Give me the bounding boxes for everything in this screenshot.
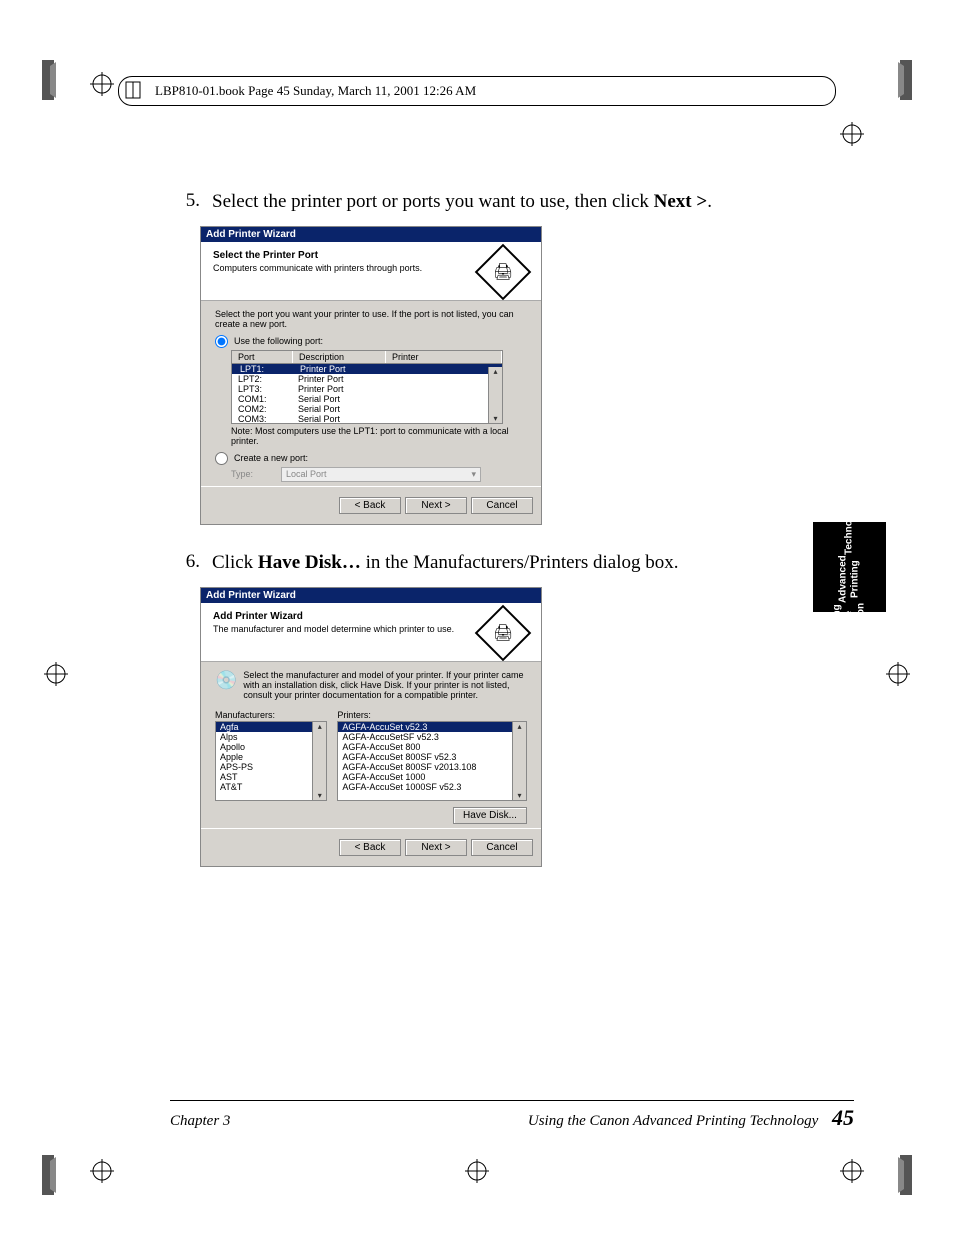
running-header: LBP810-01.book Page 45 Sunday, March 11,…	[118, 76, 836, 106]
step-6: 6. Click Have Disk… in the Manufacturers…	[170, 551, 834, 575]
crosshair-icon	[886, 662, 910, 686]
list-item[interactable]: AST	[216, 772, 326, 782]
regmark-icon	[882, 60, 912, 100]
page-footer: Chapter 3 Using the Canon Advanced Print…	[170, 1100, 854, 1131]
regmark-icon	[42, 1155, 72, 1195]
manufacturers-label: Manufacturers:	[215, 710, 327, 720]
wizard-heading: Add Printer Wizard	[213, 611, 454, 622]
wizard-subheading: The manufacturer and model determine whi…	[213, 624, 454, 634]
list-item[interactable]: APS-PS	[216, 762, 326, 772]
disk-icon: 💿	[215, 670, 237, 691]
port-row[interactable]: COM3:Serial Port	[232, 414, 502, 424]
radio-use-port[interactable]: Use the following port:	[215, 335, 527, 348]
list-item[interactable]: AGFA-AccuSet 800SF v52.3	[338, 752, 526, 762]
back-button[interactable]: < Back	[339, 839, 401, 856]
regmark-icon	[882, 1155, 912, 1195]
titlebar: Add Printer Wizard	[201, 227, 541, 242]
next-button[interactable]: Next >	[405, 497, 467, 514]
printer-icon: 🖨	[475, 243, 532, 300]
port-row[interactable]: COM1:Serial Port	[232, 394, 502, 404]
wizard-instruction: Select the port you want your printer to…	[215, 309, 527, 329]
scrollbar[interactable]: ▴▾	[512, 722, 526, 800]
port-table[interactable]: Port Description Printer LPT1:Printer Po…	[231, 350, 503, 424]
have-disk-button[interactable]: Have Disk...	[453, 807, 527, 824]
port-row[interactable]: LPT1:Printer Port	[232, 364, 502, 374]
col-description[interactable]: Description	[293, 351, 386, 363]
step-number: 5.	[170, 190, 212, 212]
printer-icon: 🖨	[475, 604, 532, 661]
list-item[interactable]: Apple	[216, 752, 326, 762]
step-5: 5. Select the printer port or ports you …	[170, 190, 834, 214]
printers-label: Printers:	[337, 710, 527, 720]
thumb-tab: Using the Canon Advanced Printing Techno…	[813, 522, 886, 612]
step-text: Click Have Disk… in the Manufacturers/Pr…	[212, 551, 679, 575]
cancel-button[interactable]: Cancel	[471, 839, 533, 856]
step-number: 6.	[170, 551, 212, 573]
list-item[interactable]: AT&T	[216, 782, 326, 792]
cancel-button[interactable]: Cancel	[471, 497, 533, 514]
list-item[interactable]: AGFA-AccuSet 800	[338, 742, 526, 752]
back-button[interactable]: < Back	[339, 497, 401, 514]
add-printer-wizard-driver: Add Printer Wizard Add Printer Wizard Th…	[200, 587, 542, 867]
crosshair-icon	[90, 72, 114, 96]
col-port[interactable]: Port	[232, 351, 293, 363]
list-item[interactable]: Agfa	[216, 722, 326, 732]
crosshair-icon	[465, 1159, 489, 1183]
list-item[interactable]: AGFA-AccuSet 1000SF v52.3	[338, 782, 526, 792]
list-item[interactable]: AGFA-AccuSet 800SF v2013.108	[338, 762, 526, 772]
chevron-down-icon: ▾	[471, 469, 476, 480]
step-text: Select the printer port or ports you wan…	[212, 190, 712, 214]
list-item[interactable]: Apollo	[216, 742, 326, 752]
wizard-subheading: Computers communicate with printers thro…	[213, 263, 422, 273]
add-printer-wizard-port: Add Printer Wizard Select the Printer Po…	[200, 226, 542, 525]
type-combo: Local Port▾	[281, 467, 481, 482]
col-printer[interactable]: Printer	[386, 351, 502, 363]
crosshair-icon	[90, 1159, 114, 1183]
page-number: 45	[832, 1105, 854, 1130]
list-item[interactable]: AGFA-AccuSet 1000	[338, 772, 526, 782]
crosshair-icon	[840, 122, 864, 146]
port-row[interactable]: LPT3:Printer Port	[232, 384, 502, 394]
wizard-instruction: 💿 Select the manufacturer and model of y…	[215, 670, 527, 700]
list-item[interactable]: AGFA-AccuSetSF v52.3	[338, 732, 526, 742]
scrollbar[interactable]: ▴▾	[488, 367, 502, 423]
crosshair-icon	[44, 662, 68, 686]
radio-create-port[interactable]: Create a new port:	[215, 452, 527, 465]
list-item[interactable]: Alps	[216, 732, 326, 742]
header-text: LBP810-01.book Page 45 Sunday, March 11,…	[155, 83, 476, 99]
type-label: Type:	[231, 469, 275, 479]
next-button[interactable]: Next >	[405, 839, 467, 856]
regmark-icon	[42, 60, 72, 100]
chapter-label: Chapter 3	[170, 1113, 230, 1130]
port-row[interactable]: LPT2:Printer Port	[232, 374, 502, 384]
manufacturers-list[interactable]: Agfa Alps Apollo Apple APS-PS AST AT&T ▴…	[215, 721, 327, 801]
scroll-down-icon: ▾	[493, 414, 497, 423]
port-note: Note: Most computers use the LPT1: port …	[231, 426, 527, 446]
crosshair-icon	[840, 1159, 864, 1183]
printers-list[interactable]: AGFA-AccuSet v52.3 AGFA-AccuSetSF v52.3 …	[337, 721, 527, 801]
port-row[interactable]: COM2:Serial Port	[232, 404, 502, 414]
wizard-heading: Select the Printer Port	[213, 250, 422, 261]
scroll-up-icon: ▴	[493, 367, 497, 376]
titlebar: Add Printer Wizard	[201, 588, 541, 603]
list-item[interactable]: AGFA-AccuSet v52.3	[338, 722, 526, 732]
footer-title: Using the Canon Advanced Printing Techno…	[528, 1113, 818, 1129]
scrollbar[interactable]: ▴▾	[312, 722, 326, 800]
book-icon	[123, 79, 145, 101]
